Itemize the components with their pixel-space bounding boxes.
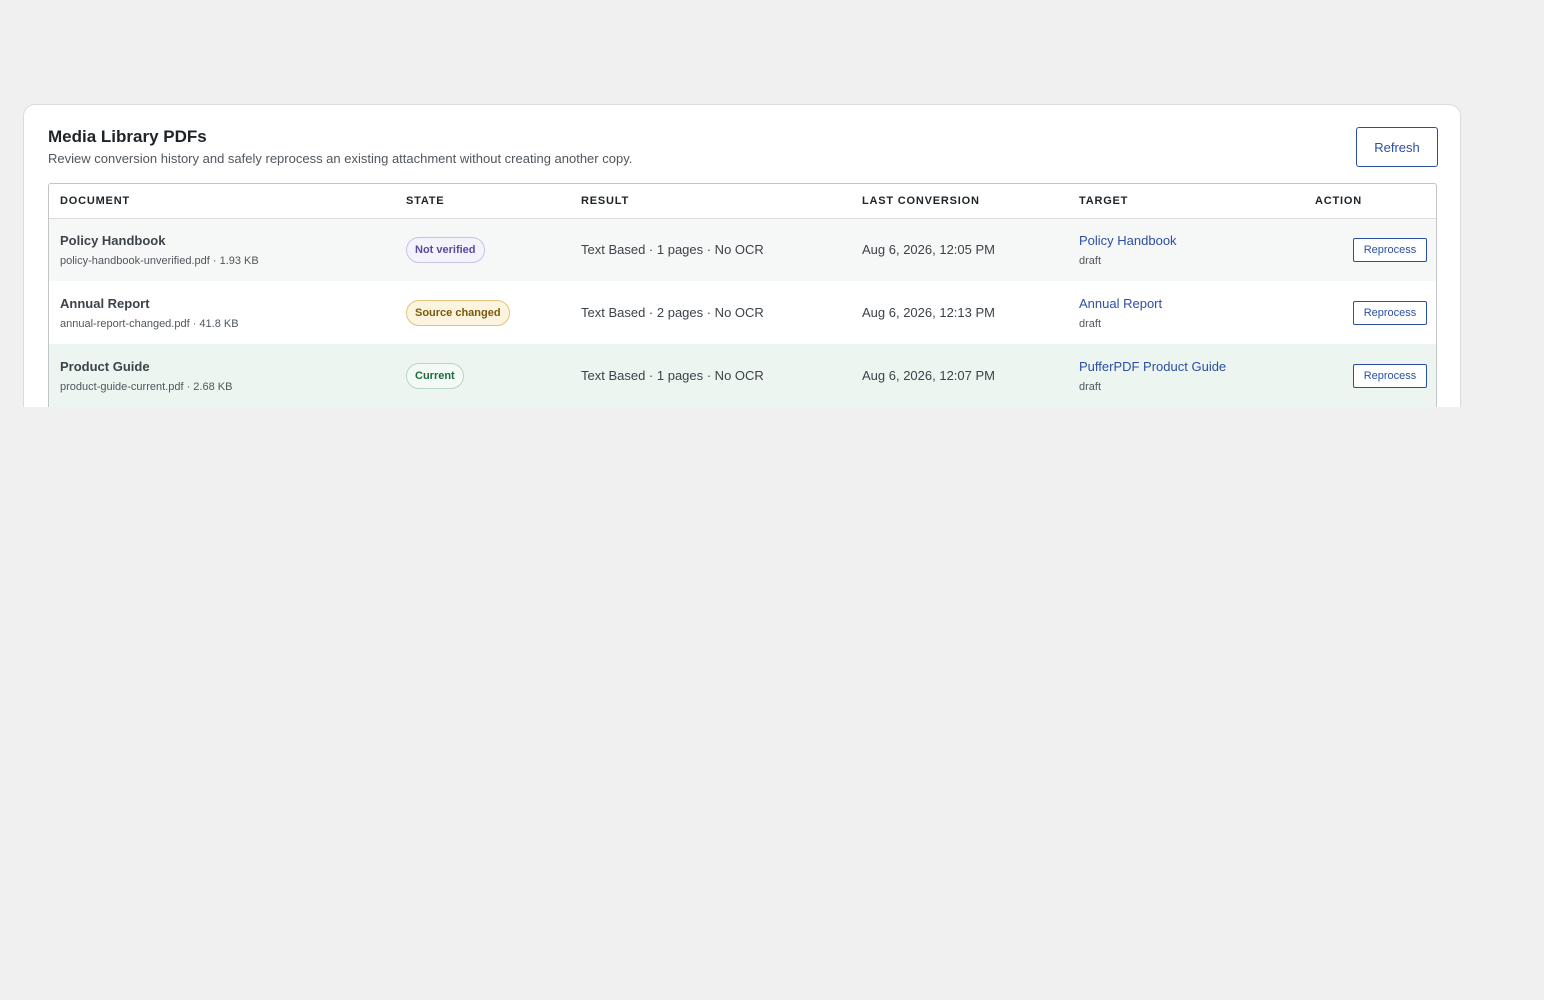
column-header-action: ACTION: [1304, 184, 1436, 219]
reprocess-button[interactable]: Reprocess: [1353, 300, 1427, 325]
last-conversion-cell: Aug 6, 2026, 12:07 PM: [862, 368, 995, 383]
table-header-row: DOCUMENT STATE RESULT LAST CONVERSION TA…: [49, 184, 1436, 219]
target-status: draft: [1079, 317, 1102, 330]
target-status: draft: [1079, 254, 1102, 267]
target-cell: PufferPDF Product Guide draft: [1068, 344, 1304, 407]
target-cell: Policy Handbook draft: [1068, 218, 1304, 281]
reprocess-button[interactable]: Reprocess: [1353, 237, 1427, 262]
column-header-target: TARGET: [1068, 184, 1304, 219]
pdf-table: DOCUMENT STATE RESULT LAST CONVERSION TA…: [49, 184, 1436, 407]
pdf-table-container: DOCUMENT STATE RESULT LAST CONVERSION TA…: [48, 183, 1437, 407]
action-cell: Reprocess: [1304, 344, 1436, 407]
document-meta: policy-handbook-unverified.pdf · 1.93 KB: [60, 254, 259, 267]
document-title: Product Guide: [60, 358, 150, 374]
document-meta: annual-report-changed.pdf · 41.8 KB: [60, 317, 239, 330]
document-cell: Annual Report annual-report-changed.pdf …: [49, 281, 395, 344]
reprocess-button[interactable]: Reprocess: [1353, 363, 1427, 388]
result-cell: Text Based · 1 pages · No OCR: [581, 242, 764, 258]
document-meta: product-guide-current.pdf · 2.68 KB: [60, 380, 233, 393]
last-conversion-cell: Aug 6, 2026, 12:13 PM: [862, 305, 995, 320]
panel-description: Review conversion history and safely rep…: [48, 151, 633, 166]
result-cell: Text Based · 1 pages · No OCR: [581, 368, 764, 383]
panel-title: Media Library PDFs: [48, 127, 207, 146]
document-title: Policy Handbook: [60, 232, 166, 248]
media-library-panel: Media Library PDFs Review conversion his…: [23, 104, 1461, 407]
action-cell: Reprocess: [1304, 281, 1436, 344]
column-header-document: DOCUMENT: [49, 184, 395, 219]
document-cell: Policy Handbook policy-handbook-unverifi…: [49, 218, 395, 281]
document-cell: Product Guide product-guide-current.pdf …: [49, 344, 395, 407]
target-cell: Annual Report draft: [1068, 281, 1304, 344]
target-link[interactable]: PufferPDF Product Guide: [1079, 359, 1304, 374]
column-header-state: STATE: [395, 184, 570, 219]
state-cell: Not verified: [395, 218, 570, 281]
action-cell: Reprocess: [1304, 218, 1436, 281]
table-row: Annual Report annual-report-changed.pdf …: [49, 281, 1436, 344]
status-badge: Not verified: [406, 236, 485, 263]
column-header-result: RESULT: [570, 184, 851, 219]
target-link[interactable]: Annual Report: [1079, 296, 1304, 311]
target-status: draft: [1079, 380, 1102, 393]
result-cell: Text Based · 2 pages · No OCR: [581, 305, 764, 320]
table-row: Product Guide product-guide-current.pdf …: [49, 344, 1436, 407]
target-link[interactable]: Policy Handbook: [1079, 233, 1304, 248]
column-header-last-conversion: LAST CONVERSION: [851, 184, 1068, 219]
state-cell: Source changed: [395, 281, 570, 344]
status-badge: Source changed: [406, 299, 510, 326]
status-badge: Current: [406, 362, 464, 389]
refresh-button[interactable]: Refresh: [1356, 127, 1438, 167]
document-title: Annual Report: [60, 295, 150, 311]
table-row: Policy Handbook policy-handbook-unverifi…: [49, 218, 1436, 281]
last-conversion-cell: Aug 6, 2026, 12:05 PM: [862, 242, 995, 258]
state-cell: Current: [395, 344, 570, 407]
